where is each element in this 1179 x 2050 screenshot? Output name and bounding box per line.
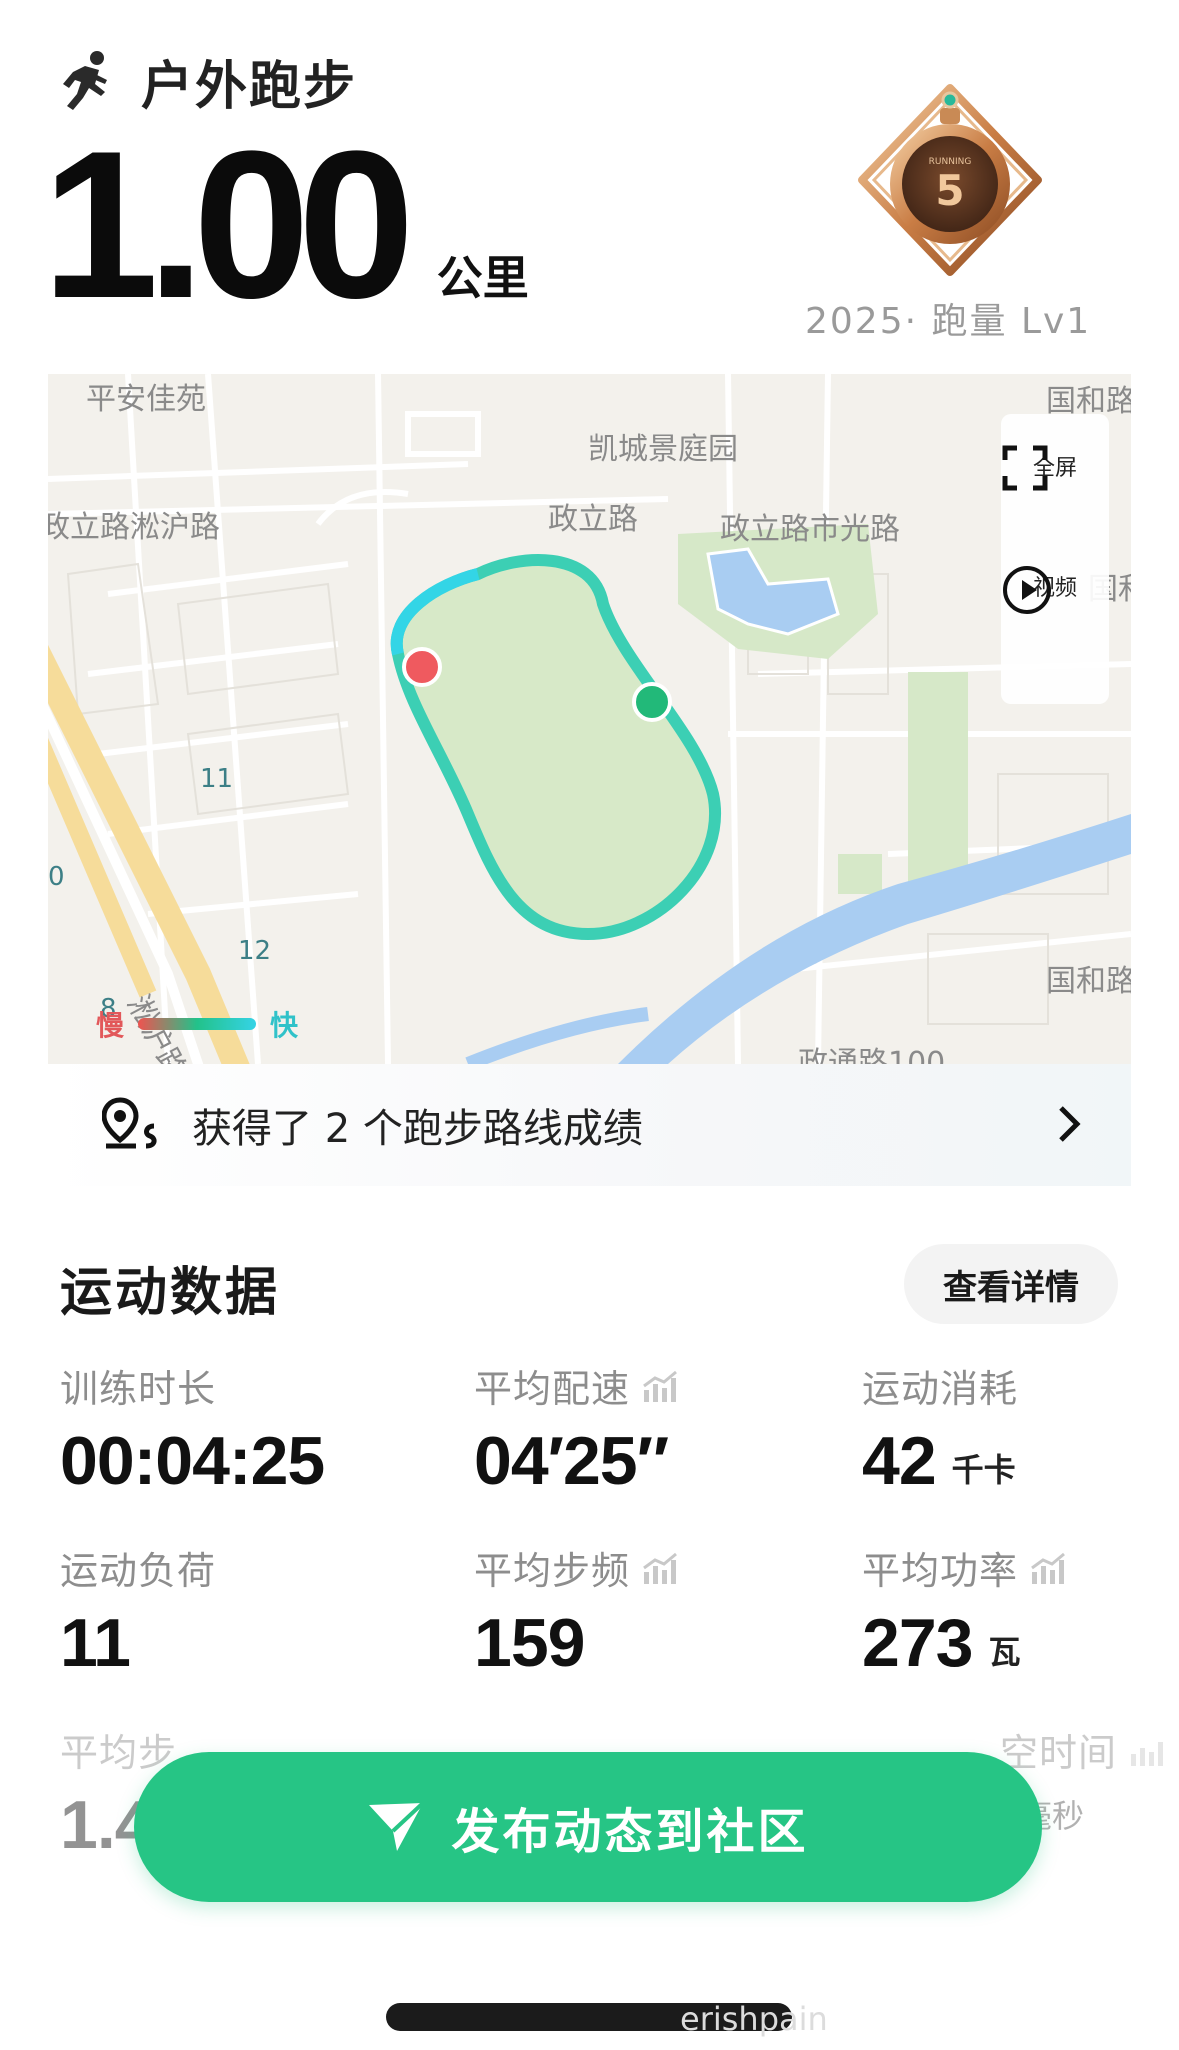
distance-display: 1.00 公里 [42, 107, 529, 342]
stat-training-duration: 训练时长 00:04:25 [60, 1358, 325, 1499]
stat-label: 运动负荷 [60, 1549, 217, 1593]
route-achievements-text: 获得了 2 个跑步路线成绩 [192, 1106, 643, 1152]
fast-label: 快 [270, 1009, 299, 1042]
stat-value: 04′25″ [474, 1423, 669, 1499]
stat-average-power[interactable]: 平均功率 273 瓦 [862, 1540, 1066, 1677]
route-end-marker [632, 682, 672, 722]
trend-chart-icon [643, 1370, 677, 1402]
publish-button-label: 发布动态到社区 [451, 1806, 809, 1859]
distance-value: 1.00 [42, 107, 415, 342]
stat-calories: 运动消耗 42 千卡 [862, 1358, 1018, 1495]
speed-gradient-bar [138, 1018, 257, 1030]
medal-number: 5 [935, 166, 964, 215]
publish-to-community-button[interactable]: 发布动态到社区 [134, 1752, 1042, 1902]
map-label: 凯城景庭园 [588, 432, 738, 467]
route-achievements-row[interactable]: 获得了 2 个跑步路线成绩 [48, 1064, 1131, 1186]
map-controls: 全屏 视频 [1001, 414, 1109, 704]
stat-label: 平均步频 [474, 1549, 631, 1593]
stats-section-title: 运动数据 [60, 1263, 281, 1323]
trend-chart-icon [643, 1552, 677, 1584]
fullscreen-icon [1002, 445, 1048, 491]
map-label: 政立路淞沪路 [48, 510, 220, 545]
stat-unit: 瓦 [988, 1633, 1021, 1671]
route-start-marker [402, 647, 442, 687]
stat-value: 42 [862, 1423, 937, 1499]
map-canvas [48, 374, 1131, 1064]
stat-label: 训练时长 [60, 1367, 217, 1411]
stat-label: 平均配速 [474, 1367, 631, 1411]
trend-chart-icon [1031, 1552, 1065, 1584]
road-number: 12 [238, 936, 272, 966]
map-label: 政立路市光路 [720, 512, 900, 547]
watermark-text: erishpain [680, 2000, 828, 2038]
map-label: 政立路 [548, 502, 638, 537]
map-label: 国和路 [1046, 964, 1131, 999]
speed-legend: 慢 快 [96, 1004, 298, 1044]
stat-value: 273 [862, 1605, 973, 1681]
medal-badge-icon[interactable]: RUNNING 5 [850, 80, 1050, 280]
map-label: 平安佳苑 [86, 382, 206, 417]
stat-label: 空时间 [1000, 1731, 1118, 1775]
distance-unit: 公里 [436, 251, 529, 305]
play-video-icon [1003, 566, 1051, 614]
road-number: 11 [200, 764, 234, 794]
stat-label: 平均步 [60, 1731, 178, 1775]
trend-chart-icon [1131, 1741, 1164, 1766]
stat-value: 00:04:25 [60, 1423, 325, 1499]
road-number: 0 [48, 862, 65, 892]
map-label: 政通路100 [798, 1046, 946, 1064]
video-button[interactable]: 视频 [1001, 564, 1109, 614]
stat-value: 11 [60, 1605, 131, 1681]
medal-caption: 2025· 跑量 Lv1 [805, 301, 1092, 342]
chevron-right-icon [1059, 1106, 1081, 1142]
route-pin-icon [102, 1097, 157, 1149]
running-person-icon [63, 50, 107, 110]
slow-label: 慢 [96, 1009, 125, 1042]
fullscreen-button[interactable]: 全屏 [1001, 444, 1109, 491]
stat-unit: 千卡 [951, 1451, 1016, 1489]
stat-average-pace[interactable]: 平均配速 04′25″ [474, 1358, 678, 1495]
stat-average-cadence[interactable]: 平均步频 159 [474, 1540, 678, 1677]
stat-value: 159 [474, 1605, 585, 1681]
stat-training-load: 运动负荷 11 [60, 1540, 216, 1677]
send-arrow-icon [369, 1801, 425, 1851]
stat-label: 运动消耗 [862, 1367, 1019, 1411]
view-details-button[interactable]: 查看详情 [904, 1244, 1118, 1324]
stat-label: 平均功率 [862, 1549, 1019, 1593]
route-map[interactable]: 平安佳苑 凯城景庭园 国和路 政立路 政立路市光路 政立路淞沪路 国和路 国和路… [48, 374, 1131, 1064]
